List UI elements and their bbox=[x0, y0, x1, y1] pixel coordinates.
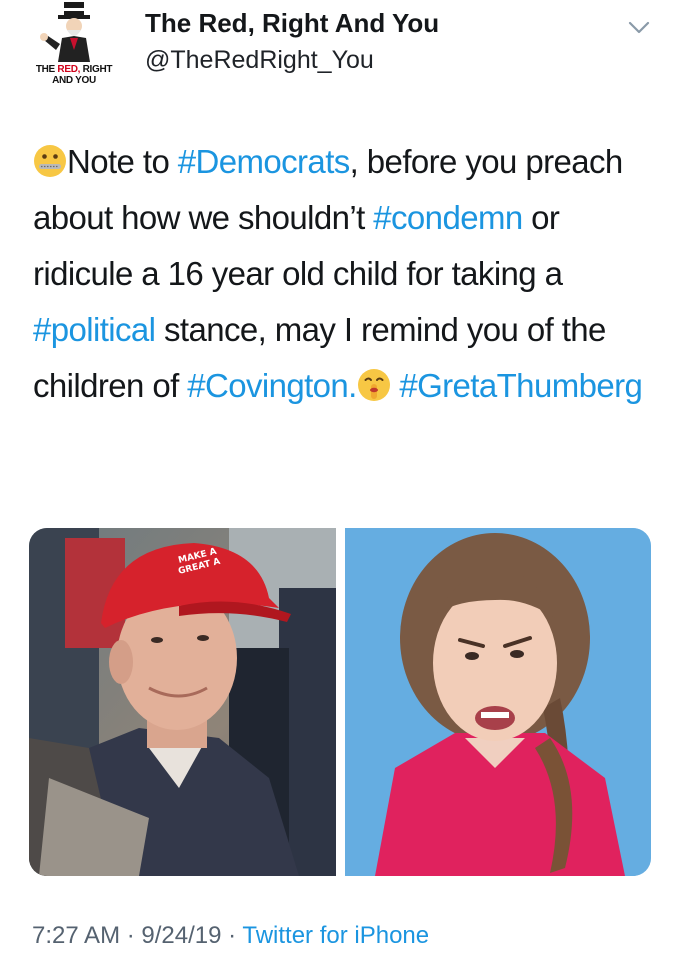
tweet-date[interactable]: 9/24/19 bbox=[141, 922, 221, 949]
photo-left-boy-red-cap[interactable]: MAKE A GREAT A bbox=[29, 528, 336, 876]
tweet-meta: 7:27 AM · 9/24/19 · Twitter for iPhone bbox=[32, 922, 429, 950]
hashtag-political[interactable]: #political bbox=[33, 311, 156, 348]
tweet-header: THE RED, RIGHT AND YOU The Red, Right An… bbox=[0, 0, 678, 120]
hashtag-condemn[interactable]: #condemn bbox=[373, 199, 523, 236]
text-segment: Note to bbox=[67, 143, 178, 180]
hashtag-democrats[interactable]: #Democrats bbox=[178, 143, 351, 180]
photo-left-image: MAKE A GREAT A bbox=[29, 528, 336, 876]
meta-separator: · bbox=[120, 922, 142, 949]
photo-right-image bbox=[345, 528, 651, 876]
zipper-mouth-face-icon bbox=[34, 145, 66, 177]
tweet-source-link[interactable]: Twitter for iPhone bbox=[242, 922, 429, 949]
uncle-sam-icon bbox=[40, 2, 90, 62]
photo-right-girl-braid[interactable] bbox=[345, 528, 651, 876]
tweet-text: Note to #Democrats, before you preach ab… bbox=[33, 134, 663, 414]
avatar-logo-text: THE RED, RIGHT AND YOU bbox=[35, 64, 113, 86]
meta-separator: · bbox=[221, 922, 243, 949]
shushing-face-icon bbox=[357, 369, 390, 401]
display-name[interactable]: The Red, Right And You bbox=[145, 8, 439, 39]
hashtag-covington[interactable]: #Covington. bbox=[187, 367, 357, 404]
hashtag-gretathumberg[interactable]: #GretaThumberg bbox=[399, 367, 642, 404]
user-handle[interactable]: @TheRedRight_You bbox=[145, 46, 374, 75]
avatar[interactable]: THE RED, RIGHT AND YOU bbox=[20, 0, 128, 100]
tweet-time[interactable]: 7:27 AM bbox=[32, 922, 120, 949]
tweet-media[interactable]: MAKE A GREAT A bbox=[29, 528, 651, 876]
chevron-down-icon[interactable] bbox=[628, 20, 650, 36]
